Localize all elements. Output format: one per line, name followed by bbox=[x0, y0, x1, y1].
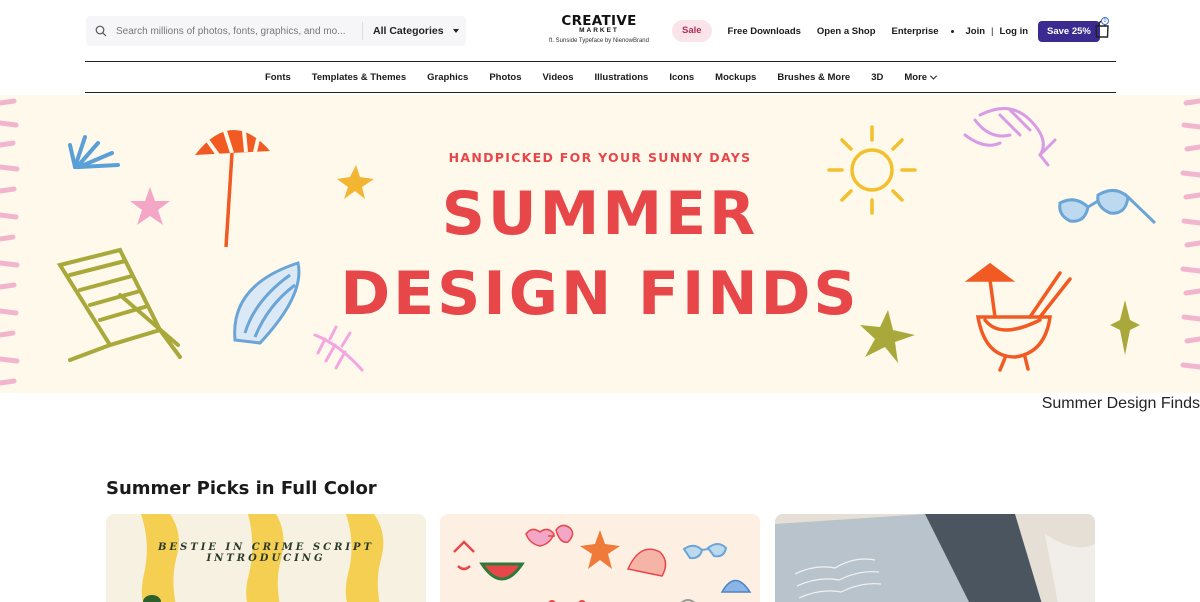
nav-item-mockups[interactable]: Mockups bbox=[715, 72, 756, 83]
cart-count-badge: 0 bbox=[1101, 17, 1109, 25]
sunglasses-icon bbox=[682, 543, 728, 560]
search-input[interactable] bbox=[116, 17, 356, 45]
search-bar: All Categories bbox=[86, 16, 466, 46]
nav-item-more-label: More bbox=[904, 71, 928, 83]
nav-item-templates-themes[interactable]: Templates & Themes bbox=[312, 72, 406, 83]
logo-main: CREATIVE bbox=[561, 13, 637, 29]
leaf-icon bbox=[313, 325, 364, 372]
search-divider bbox=[362, 22, 363, 40]
cart-button[interactable]: 0 bbox=[1093, 17, 1111, 39]
hero-title-line1: SUMMER bbox=[441, 179, 759, 249]
hero-title-line2: DESIGN FINDS bbox=[340, 259, 860, 329]
product-card[interactable]: BESTIE IN CRIME SCRIPT INTRODUCING bbox=[106, 514, 426, 602]
product-card[interactable] bbox=[440, 514, 760, 602]
nav-item-photos[interactable]: Photos bbox=[489, 72, 521, 83]
free-downloads-link[interactable]: Free Downloads bbox=[728, 26, 801, 37]
nav-item-3d[interactable]: 3D bbox=[871, 72, 883, 83]
nav-item-icons[interactable]: Icons bbox=[669, 72, 694, 83]
starfish-icon bbox=[580, 530, 620, 569]
product-card[interactable] bbox=[775, 514, 1095, 602]
open-shop-link[interactable]: Open a Shop bbox=[817, 26, 876, 37]
nav-item-fonts[interactable]: Fonts bbox=[265, 72, 291, 83]
save-button[interactable]: Save 25% bbox=[1038, 20, 1100, 42]
category-nav: Fonts Templates & Themes Graphics Photos… bbox=[85, 61, 1116, 93]
caret-down-icon bbox=[452, 29, 459, 33]
section-title: Summer Picks in Full Color bbox=[106, 478, 377, 499]
join-link[interactable]: Join bbox=[966, 26, 986, 37]
login-link[interactable]: Log in bbox=[1000, 26, 1029, 37]
hero-caption: Summer Design Finds bbox=[1041, 395, 1200, 412]
card-caption: BESTIE IN CRIME SCRIPT INTRODUCING bbox=[157, 542, 375, 564]
search-icon[interactable] bbox=[86, 25, 116, 37]
logo-sub: MARKET bbox=[579, 27, 619, 34]
nav-dot-separator bbox=[950, 29, 954, 33]
hero-eyebrow: HANDPICKED FOR YOUR SUNNY DAYS bbox=[448, 150, 752, 165]
shell-icon bbox=[720, 579, 752, 593]
logo-tagline: ft. Sunside Typeface by NienowBrand bbox=[549, 38, 649, 44]
shell-icon bbox=[626, 548, 667, 577]
chevron-down-icon bbox=[930, 72, 938, 80]
watermelon-icon bbox=[479, 562, 525, 581]
hero-banner[interactable]: HANDPICKED FOR YOUR SUNNY DAYS SUMMER DE… bbox=[0, 95, 1200, 393]
enterprise-link[interactable]: Enterprise bbox=[892, 26, 939, 37]
nav-item-brushes-more[interactable]: Brushes & More bbox=[777, 72, 850, 83]
nav-item-more[interactable]: More bbox=[904, 71, 938, 83]
card-image bbox=[775, 514, 1095, 602]
heart-sunglasses-icon bbox=[525, 528, 555, 547]
card-image bbox=[453, 524, 752, 602]
header-nav: Sale Free Downloads Open a Shop Enterpri… bbox=[672, 19, 1100, 43]
join-login-separator: | bbox=[991, 25, 994, 37]
nav-item-illustrations[interactable]: Illustrations bbox=[595, 72, 649, 83]
nav-item-videos[interactable]: Videos bbox=[543, 72, 574, 83]
category-select[interactable]: All Categories bbox=[373, 25, 459, 37]
site-header: All Categories CREATIVE MARKET ft. Sunsi… bbox=[0, 0, 1200, 62]
bikini-icon bbox=[453, 540, 475, 571]
category-select-label: All Categories bbox=[373, 25, 444, 37]
logo[interactable]: CREATIVE MARKET ft. Sunside Typeface by … bbox=[534, 14, 664, 44]
sale-link[interactable]: Sale bbox=[672, 20, 712, 42]
nav-item-graphics[interactable]: Graphics bbox=[427, 72, 468, 83]
